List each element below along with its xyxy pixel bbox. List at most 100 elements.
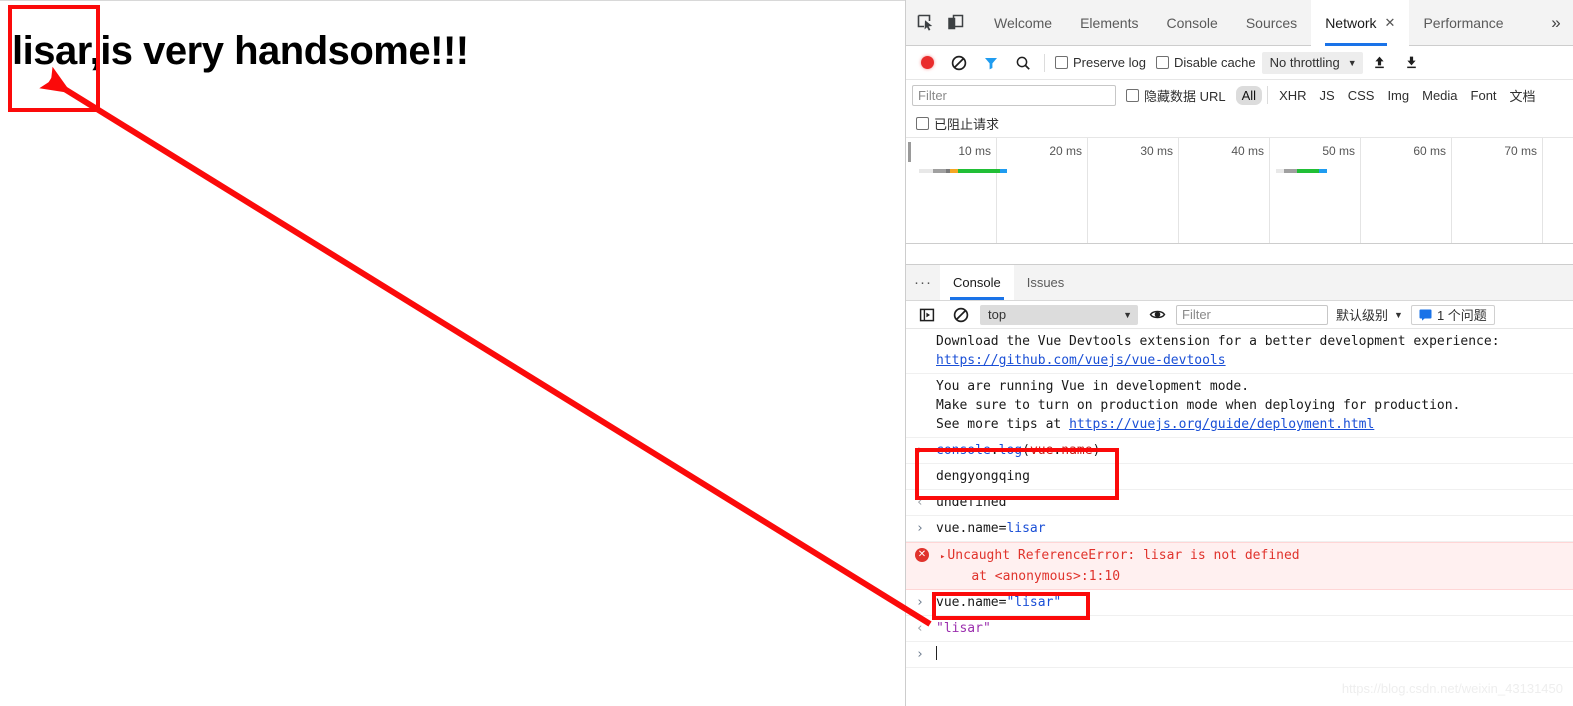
network-overview-timeline[interactable]: 10 ms 20 ms 30 ms 40 ms 50 ms 60 ms 70 m…: [906, 138, 1573, 244]
console-filter-input[interactable]: Filter: [1176, 304, 1328, 325]
waterfall-segment: [1000, 169, 1007, 173]
type-filter-media[interactable]: Media: [1416, 86, 1463, 105]
drawer-tabstrip: ··· Console Issues: [906, 265, 1573, 301]
device-toolbar-icon[interactable]: [940, 8, 970, 38]
timeline-tick: 30 ms: [1140, 144, 1173, 158]
console-token: You are running Vue in development mode.: [936, 379, 1250, 394]
error-icon: ✕: [915, 548, 929, 562]
console-line: https://github.com/vuejs/vue-devtools: [936, 351, 1565, 370]
level-value: 默认级别: [1336, 308, 1389, 323]
console-token: console: [936, 443, 991, 458]
export-har-button[interactable]: [1397, 48, 1427, 78]
drawer-tab-console[interactable]: Console: [940, 265, 1014, 300]
import-har-button[interactable]: [1365, 48, 1395, 78]
context-value: top: [988, 307, 1007, 322]
resource-type-filters: All XHR JS CSS Img Media Font 文档: [1235, 84, 1542, 107]
message-icon: [1419, 309, 1432, 321]
hide-data-urls-checkbox[interactable]: 隐藏数据 URL: [1122, 86, 1230, 105]
tab-console[interactable]: Console: [1152, 0, 1231, 46]
clear-button[interactable]: [944, 48, 974, 78]
waterfall-bar: [919, 169, 1007, 173]
network-filter-input[interactable]: Filter: [912, 84, 1116, 106]
console-token: .: [990, 443, 999, 458]
blocked-requests-label: 已阻止请求: [934, 117, 1000, 132]
console-message-error: ✕ ▸ Uncaught ReferenceError: lisar is not …: [906, 542, 1573, 590]
issues-badge[interactable]: 1 个问题: [1410, 304, 1495, 325]
console-message-info: You are running Vue in development mode.…: [906, 374, 1573, 438]
filter-icon[interactable]: [976, 48, 1006, 78]
type-filter-css[interactable]: CSS: [1342, 86, 1381, 105]
console-token: Uncaught ReferenceError: lisar is not de…: [947, 548, 1300, 563]
more-tabs-icon[interactable]: »: [1539, 0, 1573, 46]
type-filter-all[interactable]: All: [1235, 85, 1263, 105]
blocked-requests-checkbox[interactable]: 已阻止请求: [912, 114, 1003, 133]
prompt-arrow-icon: ›: [916, 443, 924, 458]
preserve-log-checkbox[interactable]: Preserve log: [1051, 55, 1150, 70]
clear-console-button[interactable]: [946, 300, 976, 330]
return-arrow-icon: ‹: [916, 621, 924, 636]
filter-placeholder: Filter: [1182, 307, 1211, 322]
inspect-element-icon[interactable]: [910, 8, 940, 38]
close-icon[interactable]: ✕: [1385, 16, 1396, 29]
console-message-input: › vue.name="lisar": [906, 590, 1573, 616]
waterfall-segment: [1284, 169, 1297, 173]
waterfall-segment: [950, 169, 958, 173]
tab-sources[interactable]: Sources: [1232, 0, 1311, 46]
type-filter-doc[interactable]: 文档: [1504, 84, 1542, 107]
timeline-tick: 10 ms: [958, 144, 991, 158]
waterfall-bar: [1276, 169, 1327, 173]
console-token: name: [967, 521, 999, 536]
console-message-prompt: ›: [906, 642, 1573, 668]
console-token: dengyongqing: [936, 469, 1030, 484]
console-token: lisar: [1006, 521, 1046, 536]
console-context-select[interactable]: top ▼: [980, 304, 1138, 325]
type-filter-xhr[interactable]: XHR: [1273, 86, 1312, 105]
type-filter-font[interactable]: Font: [1465, 86, 1503, 105]
disable-cache-checkbox[interactable]: Disable cache: [1152, 55, 1260, 70]
console-message-list[interactable]: Download the Vue Devtools extension for …: [906, 329, 1573, 706]
console-link[interactable]: https://github.com/vuejs/vue-devtools: [936, 353, 1226, 368]
console-line: undefined: [936, 493, 1565, 512]
page-heading: lisar,is very handsome!!!: [12, 29, 469, 73]
console-link[interactable]: https://vuejs.org/guide/deployment.html: [1069, 417, 1374, 432]
tab-welcome[interactable]: Welcome: [980, 0, 1066, 46]
type-filter-img[interactable]: Img: [1381, 86, 1415, 105]
console-line: "lisar": [936, 619, 1565, 638]
timeline-tick: 20 ms: [1049, 144, 1082, 158]
chip-divider: [1267, 86, 1269, 104]
console-token: name: [1061, 443, 1093, 458]
screenshot-root: lisar,is very handsome!!! Welcome Elemen…: [0, 0, 1573, 706]
checkbox-box: [1055, 56, 1068, 69]
console-sidebar-toggle-icon[interactable]: [912, 300, 942, 330]
prompt-arrow-icon: ›: [916, 647, 924, 662]
console-line: vue.name=lisar: [936, 519, 1565, 538]
console-line: [936, 645, 1565, 664]
chevron-down-icon: ▼: [1347, 57, 1357, 68]
type-filter-js[interactable]: JS: [1314, 86, 1341, 105]
console-line: at <anonymous>:1:10: [940, 567, 1565, 586]
console-message-input: › console.log(vue.name): [906, 438, 1573, 464]
prompt-arrow-icon: ›: [916, 595, 924, 610]
tab-label: Console: [1166, 14, 1218, 31]
console-token: at <anonymous>:1:10: [940, 569, 1121, 584]
waterfall-segment: [1276, 169, 1284, 173]
drawer-more-icon[interactable]: ···: [906, 265, 940, 300]
search-icon[interactable]: [1008, 48, 1038, 78]
tab-network[interactable]: Network ✕: [1311, 0, 1410, 46]
network-filter-bar: Filter 隐藏数据 URL All XHR JS CSS Img Media…: [906, 80, 1573, 110]
waterfall-segment: [1319, 169, 1327, 173]
waterfall-segment: [1297, 169, 1319, 173]
timeline-tick: 60 ms: [1413, 144, 1446, 158]
console-level-select[interactable]: 默认级别 ▼: [1332, 305, 1407, 324]
console-token: ): [1092, 443, 1101, 458]
record-button[interactable]: [912, 48, 942, 78]
devtools-panel: Welcome Elements Console Sources Network…: [905, 0, 1573, 706]
drawer-tab-issues[interactable]: Issues: [1014, 265, 1078, 300]
timeline-tick: 50 ms: [1322, 144, 1355, 158]
chevron-down-icon: ▼: [1123, 309, 1132, 320]
tab-elements[interactable]: Elements: [1066, 0, 1152, 46]
throttling-select[interactable]: No throttling ▼: [1261, 51, 1363, 74]
tab-performance[interactable]: Performance: [1409, 0, 1517, 46]
console-line: You are running Vue in development mode.: [936, 377, 1565, 396]
live-expression-eye-icon[interactable]: [1142, 300, 1172, 330]
